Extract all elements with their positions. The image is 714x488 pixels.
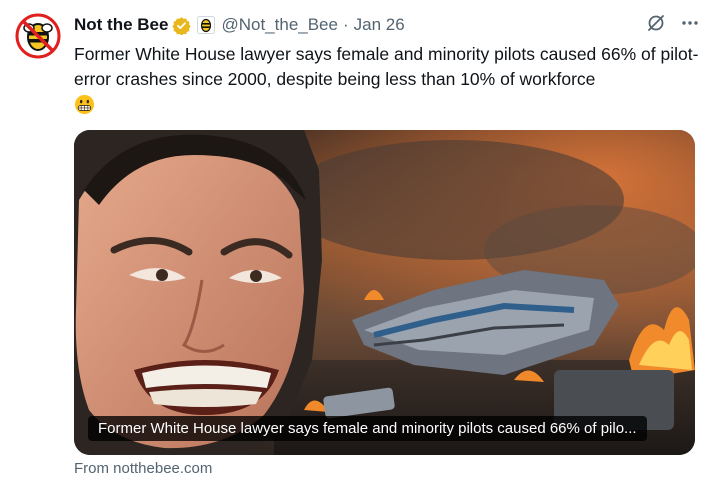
card-illustration (74, 130, 695, 455)
header-actions (646, 13, 700, 37)
author-name[interactable]: Not the Bee (74, 15, 168, 35)
tweet-date[interactable]: Jan 26 (354, 15, 405, 35)
separator-dot: · (342, 15, 349, 34)
verified-badge-icon[interactable] (172, 16, 192, 35)
tweet-header: Not the Bee @Not_the_Bee · Jan 26 (74, 13, 700, 37)
tweet-text: Former White House lawyer says female an… (74, 42, 699, 122)
grimacing-face-icon (74, 94, 95, 122)
link-card-image[interactable]: Former White House lawyer says female an… (74, 130, 695, 455)
avatar[interactable] (14, 12, 62, 60)
card-caption: Former White House lawyer says female an… (88, 416, 647, 441)
author-handle[interactable]: @Not_the_Bee (221, 15, 338, 35)
bee-affiliate-icon[interactable] (197, 16, 216, 34)
tweet-body: Former White House lawyer says female an… (74, 44, 699, 89)
grok-icon[interactable] (646, 13, 666, 38)
more-icon[interactable] (680, 13, 700, 38)
card-source-link[interactable]: From notthebee.com (74, 460, 212, 477)
